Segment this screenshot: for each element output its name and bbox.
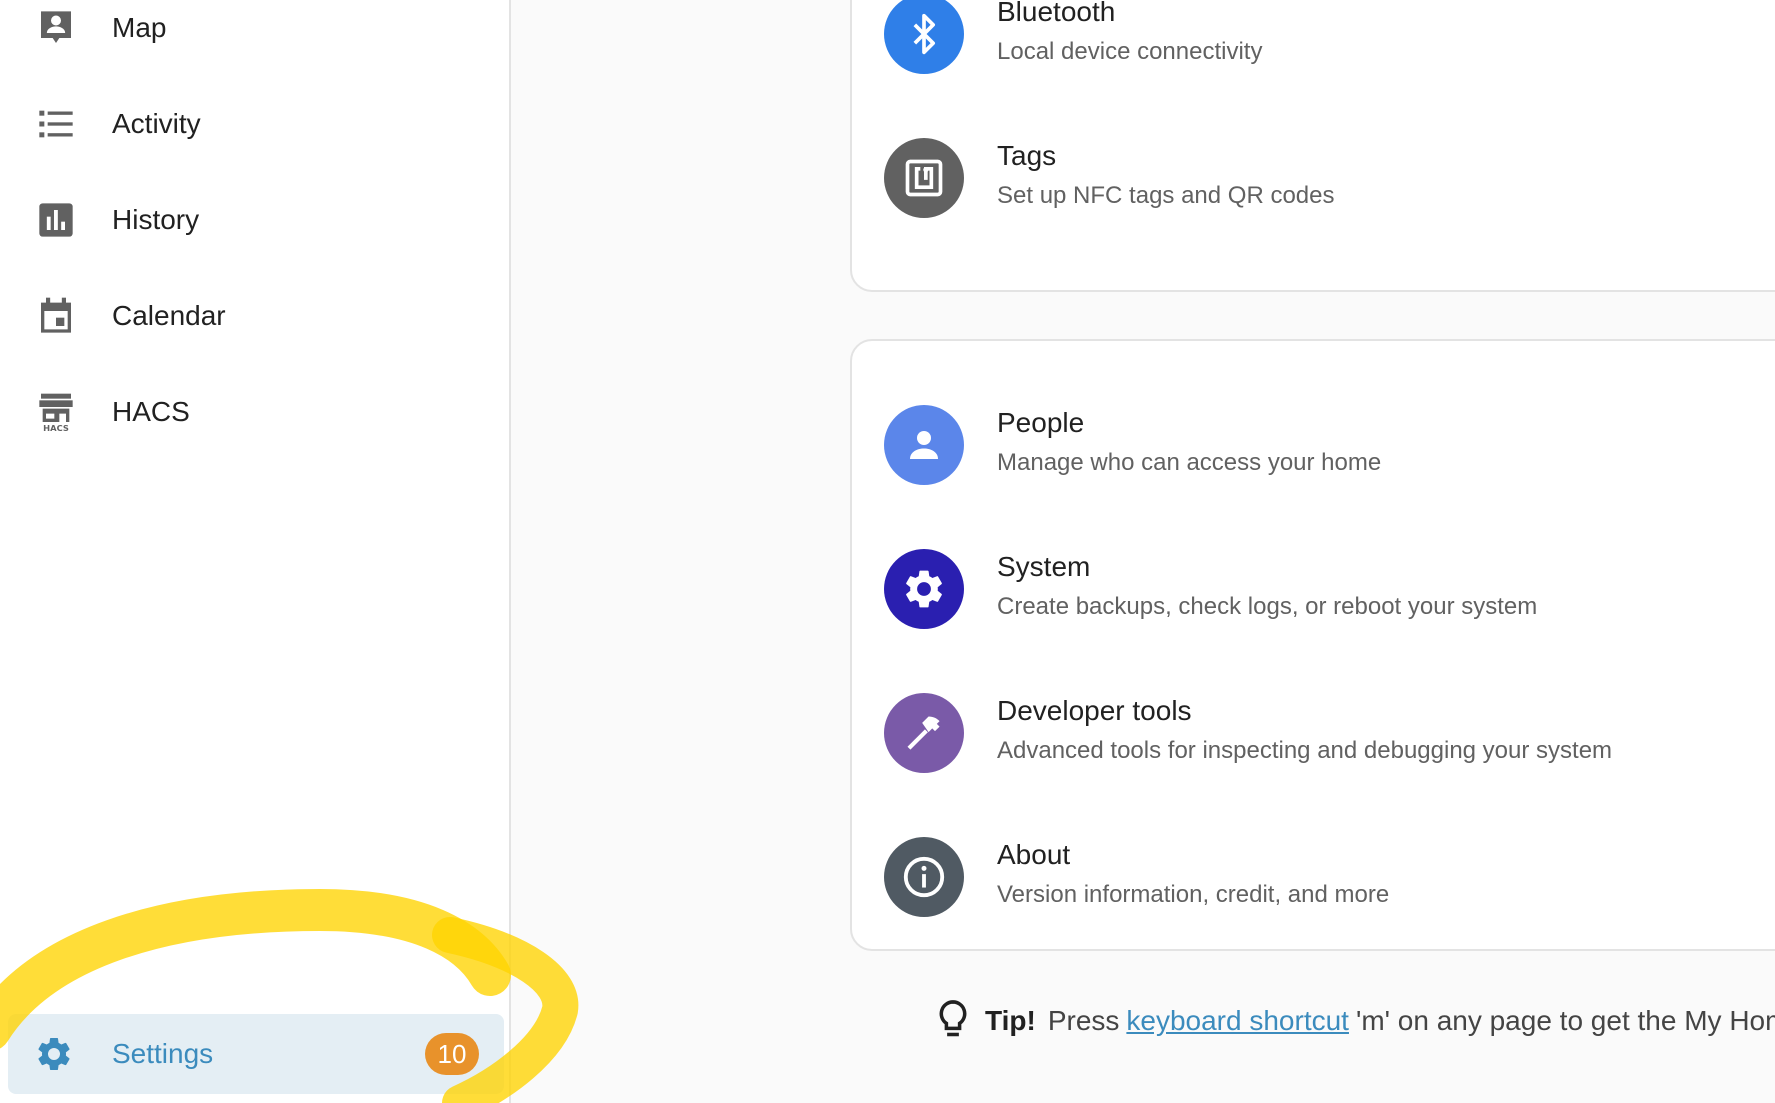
settings-card-system: People Manage who can access your home S…	[850, 339, 1775, 951]
tip-prefix: Press	[1047, 1005, 1120, 1036]
sidebar-item-label: Activity	[112, 108, 201, 139]
sidebar-item-label: Calendar	[112, 300, 226, 331]
row-subtitle: Manage who can access your home	[997, 449, 1382, 476]
sidebar-item-label: Map	[112, 12, 167, 43]
hammer-icon	[884, 693, 964, 773]
row-subtitle: Version information, credit, and more	[997, 881, 1390, 908]
tip-label: Tip!	[985, 1005, 1036, 1036]
settings-row-bluetooth[interactable]: Bluetooth Local device connectivity	[852, 0, 1775, 106]
settings-row-developer-tools[interactable]: Developer tools Advanced tools for inspe…	[852, 661, 1775, 805]
row-title: Bluetooth	[997, 0, 1116, 27]
sidebar-item-label: Settings	[112, 1038, 214, 1069]
settings-row-about[interactable]: About Version information, credit, and m…	[852, 805, 1775, 949]
row-title: Developer tools	[997, 695, 1192, 726]
row-title: System	[997, 551, 1091, 582]
row-title: People	[997, 407, 1085, 438]
settings-row-tags[interactable]: Tags Set up NFC tags and QR codes	[852, 106, 1775, 250]
row-subtitle: Create backups, check logs, or reboot yo…	[997, 593, 1538, 620]
map-account-icon	[41, 11, 71, 44]
nfc-tag-icon	[884, 138, 964, 218]
row-title: Tags	[997, 140, 1057, 171]
settings-row-people[interactable]: People Manage who can access your home	[852, 373, 1775, 517]
sidebar-item-history[interactable]: History	[0, 180, 509, 260]
row-subtitle: Set up NFC tags and QR codes	[997, 182, 1335, 209]
sidebar-item-hacs[interactable]: HACS HACS	[0, 372, 509, 452]
sidebar-item-label: History	[112, 204, 200, 235]
sidebar-item-settings[interactable]: Settings 10	[8, 1014, 504, 1094]
person-icon	[884, 405, 964, 485]
row-subtitle: Local device connectivity	[997, 38, 1263, 65]
sidebar-item-map[interactable]: Map	[0, 0, 509, 68]
row-subtitle: Advanced tools for inspecting and debugg…	[997, 737, 1613, 764]
sidebar-item-label: HACS	[112, 396, 190, 427]
sidebar-item-activity[interactable]: Activity	[0, 84, 509, 164]
sidebar-item-calendar[interactable]: Calendar	[0, 276, 509, 356]
keyboard-shortcut-link[interactable]: keyboard shortcut	[1126, 1005, 1349, 1037]
notification-badge: 10	[425, 1033, 479, 1075]
history-chart-icon	[39, 203, 73, 237]
svg-text:HACS: HACS	[43, 423, 69, 432]
calendar-icon	[41, 297, 71, 333]
tip-banner: Tip! Press keyboard shortcut 'm' on any …	[935, 996, 1775, 1046]
settings-card-connectivity: Bluetooth Local device connectivity Tags…	[850, 0, 1775, 292]
info-icon	[884, 837, 964, 917]
bluetooth-icon	[884, 0, 964, 74]
hacs-store-icon: HACS	[39, 393, 73, 432]
settings-row-system[interactable]: System Create backups, check logs, or re…	[852, 517, 1775, 661]
activity-list-icon	[39, 110, 73, 138]
gear-icon	[38, 1038, 70, 1070]
lightbulb-icon	[939, 1000, 967, 1037]
row-title: About	[997, 839, 1071, 870]
gear-icon	[884, 549, 964, 629]
tip-suffix: 'm' on any page to get the My Hom	[1355, 1005, 1775, 1036]
sidebar: Map Activity History Calendar HACS HACS …	[0, 0, 511, 1103]
